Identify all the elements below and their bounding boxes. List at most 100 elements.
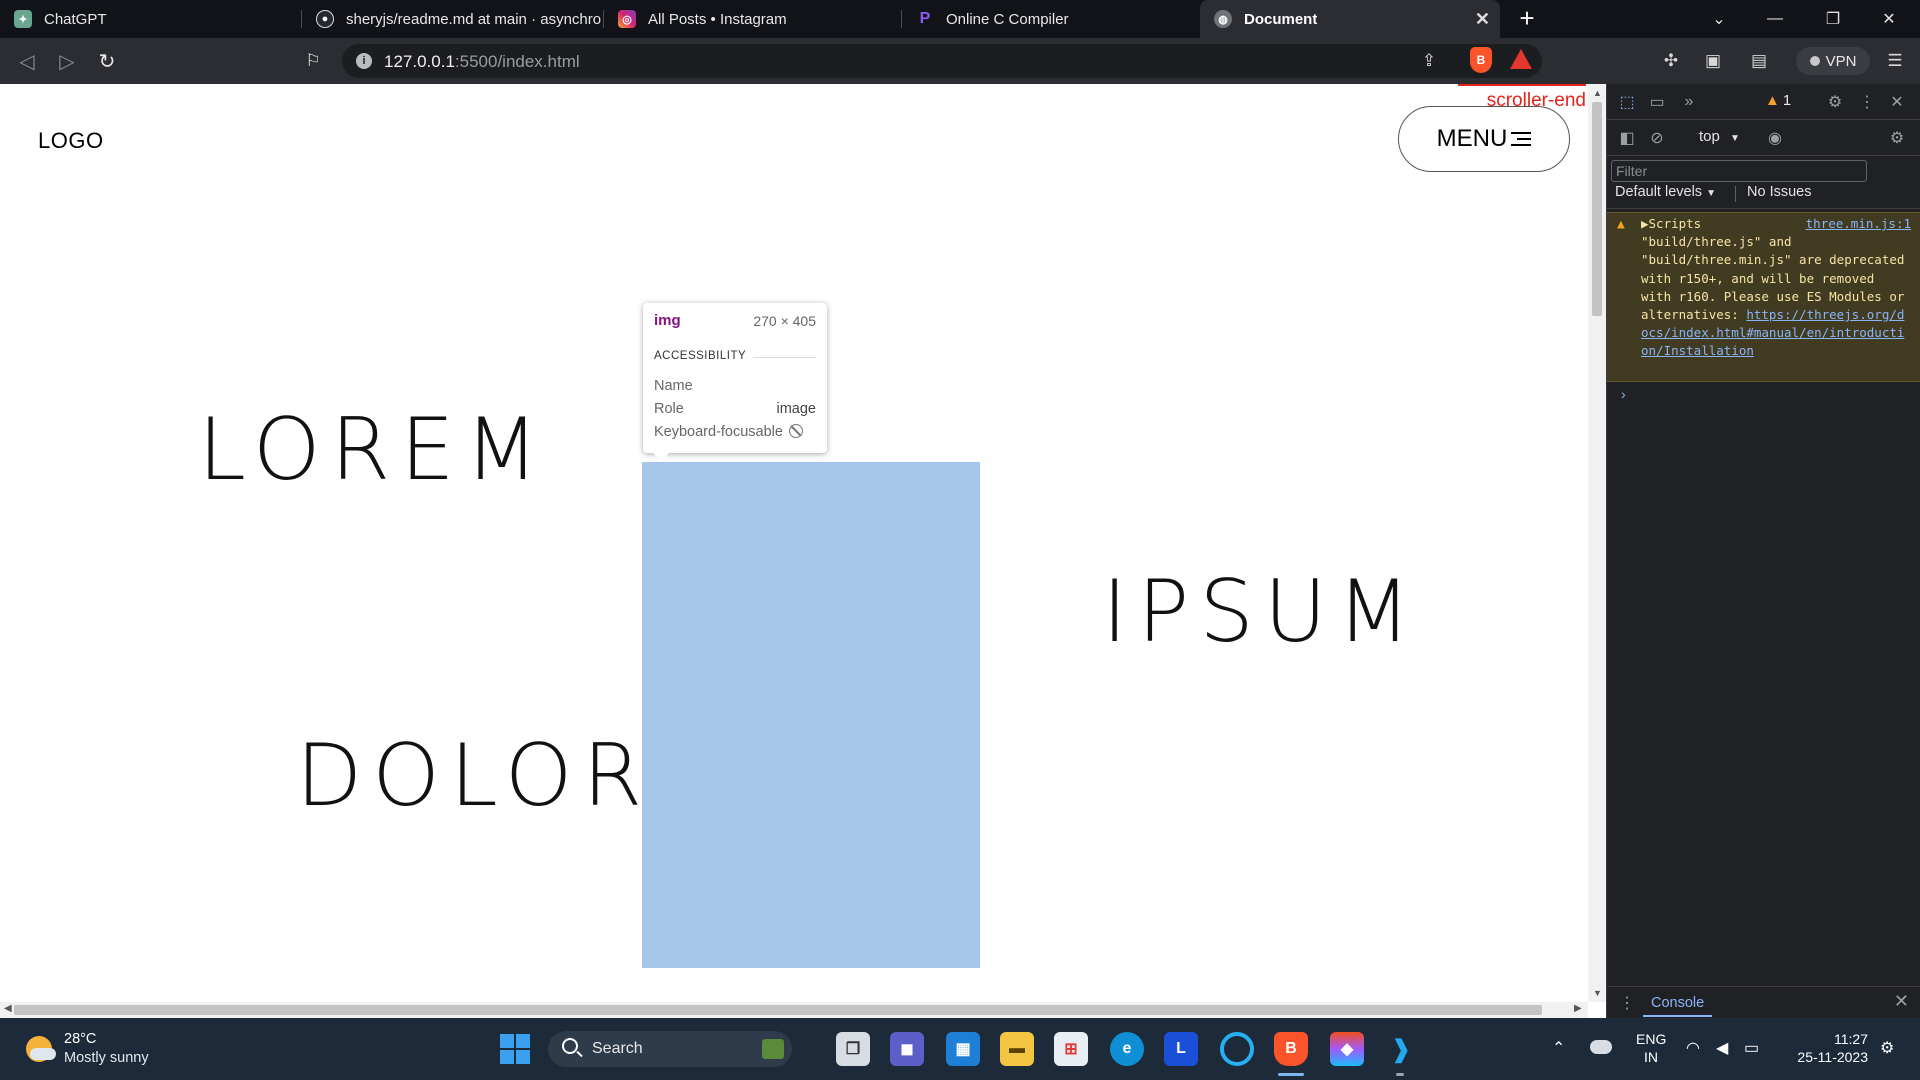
windows-start-icon[interactable] <box>500 1034 530 1064</box>
scroll-left-icon[interactable]: ◀ <box>4 1003 12 1014</box>
bookmark-icon[interactable]: ⚐ <box>298 46 328 76</box>
search-label: Search <box>592 1040 643 1057</box>
extensions-icon[interactable]: ✣ <box>1656 46 1686 76</box>
tab-online-c-compiler[interactable]: P Online C Compiler <box>902 0 1198 38</box>
sidebar-icon[interactable]: ▣ <box>1698 46 1728 76</box>
console-prompt-icon[interactable]: › <box>1621 386 1626 402</box>
close-tab-icon[interactable]: ✕ <box>1475 9 1490 30</box>
warning-group-label[interactable]: Scripts <box>1649 216 1702 231</box>
scroll-down-icon[interactable]: ▼ <box>1593 988 1602 998</box>
console-sidebar-icon[interactable]: ◧ <box>1615 126 1639 150</box>
chatgpt-icon: ✦ <box>14 10 32 28</box>
reload-icon[interactable]: ↻ <box>92 46 122 76</box>
restore-icon[interactable]: ❐ <box>1810 0 1856 38</box>
wifi-icon[interactable]: ◠ <box>1686 1038 1700 1058</box>
main-menu-icon[interactable]: ☰ <box>1880 46 1910 76</box>
clock-time: 11:27 <box>1834 1031 1868 1047</box>
address-bar[interactable]: i 127.0.0.1:5500/index.html <box>342 44 1542 78</box>
globe-icon: ◍ <box>1214 10 1232 28</box>
weather-description[interactable]: Mostly sunny <box>64 1050 149 1066</box>
scroll-right-icon[interactable]: ▶ <box>1574 1003 1582 1014</box>
language-line-1: ENG <box>1636 1031 1667 1047</box>
back-icon[interactable]: ◁ <box>12 46 42 76</box>
tab-instagram[interactable]: ◎ All Posts • Instagram <box>604 0 900 38</box>
menu-button[interactable]: MENU <box>1398 106 1570 172</box>
onedrive-icon[interactable] <box>1590 1040 1612 1054</box>
console-settings-icon[interactable]: ⚙ <box>1885 126 1909 150</box>
close-devtools-icon[interactable]: ✕ <box>1885 90 1909 114</box>
live-expression-eye-icon[interactable]: ◉ <box>1763 126 1787 150</box>
more-options-icon[interactable]: ⋮ <box>1855 90 1879 114</box>
task-view-icon[interactable]: ❐ <box>836 1032 870 1066</box>
warnings-badge[interactable]: ▲ 1 <box>1765 92 1791 109</box>
tab-search-chevron-icon[interactable]: ⌄ <box>1696 0 1742 38</box>
new-tab-button[interactable]: + <box>1512 4 1542 34</box>
volume-icon[interactable]: ◀ <box>1716 1038 1728 1058</box>
close-drawer-icon[interactable]: ✕ <box>1894 991 1909 1012</box>
log-levels-dropdown[interactable]: Default levels ▼ <box>1615 184 1716 200</box>
vpn-label: VPN <box>1825 52 1857 70</box>
issues-label[interactable]: No Issues <box>1747 184 1811 200</box>
vscode-icon[interactable]: ❱ <box>1384 1032 1418 1066</box>
close-window-icon[interactable]: ✕ <box>1866 0 1912 38</box>
language-indicator[interactable]: ENG IN <box>1636 1030 1666 1066</box>
minimize-icon[interactable]: — <box>1752 0 1798 38</box>
brave-shields-icon[interactable]: B <box>1470 47 1492 73</box>
device-toolbar-icon[interactable]: ▭ <box>1645 90 1669 114</box>
brave-icon[interactable]: B <box>1274 1032 1308 1066</box>
tooltip-divider <box>753 357 816 358</box>
tooltip-row-label: Role <box>654 401 684 417</box>
vpn-button[interactable]: VPN <box>1796 47 1870 75</box>
clear-console-icon[interactable]: ⊘ <box>1645 126 1669 150</box>
l-app-icon[interactable]: L <box>1164 1032 1198 1066</box>
expand-group-icon[interactable]: ▶ <box>1641 216 1649 231</box>
tooltip-section-title: ACCESSIBILITY <box>654 350 747 362</box>
wallet-icon[interactable]: ▤ <box>1744 46 1774 76</box>
vertical-scroll-thumb[interactable] <box>1592 102 1602 316</box>
site-logo[interactable]: LOGO <box>38 128 104 154</box>
forward-icon[interactable]: ▷ <box>52 46 82 76</box>
teams-chat-icon[interactable]: ◼ <box>890 1032 924 1066</box>
hero-image <box>642 462 980 968</box>
console-filter-input[interactable]: Filter <box>1611 160 1867 182</box>
settings-icon[interactable]: ⚙ <box>1823 90 1847 114</box>
show-hidden-icons-icon[interactable]: ⌃ <box>1552 1038 1565 1058</box>
battery-icon[interactable]: ▭ <box>1744 1038 1759 1058</box>
brave-rewards-icon[interactable] <box>1510 49 1532 69</box>
weather-temperature[interactable]: 28°C <box>64 1031 96 1047</box>
alexa-icon[interactable] <box>1220 1032 1254 1066</box>
word-lorem: LOREM <box>198 400 549 500</box>
notification-icon[interactable]: ⚙ <box>1880 1038 1894 1058</box>
drawer-menu-icon[interactable]: ⋮ <box>1619 993 1635 1013</box>
instagram-icon: ◎ <box>618 10 636 28</box>
file-explorer-icon[interactable]: ▬ <box>1000 1032 1034 1066</box>
horizontal-scroll-thumb[interactable] <box>14 1005 1542 1015</box>
horizontal-scrollbar[interactable]: ◀ ▶ <box>0 1002 1588 1018</box>
microsoft-store-icon[interactable]: ⊞ <box>1054 1032 1088 1066</box>
system-clock[interactable]: 11:27 25-11-2023 <box>1784 1030 1868 1066</box>
url-text[interactable]: 127.0.0.1:5500/index.html <box>384 52 580 72</box>
tab-github[interactable]: ● sheryjs/readme.md at main · asynchro <box>302 0 602 38</box>
widgets-icon[interactable]: ▦ <box>946 1032 980 1066</box>
word-dolor: DOLOR <box>296 726 653 826</box>
context-value: top <box>1699 128 1720 145</box>
inspect-element-icon[interactable]: ⬚ <box>1615 90 1639 114</box>
tab-label: Online C Compiler <box>946 10 1069 28</box>
taskbar-search[interactable]: Search <box>548 1031 792 1067</box>
devtools-main-toolbar: ⬚ ▭ » ▲ 1 ⚙ ⋮ ✕ <box>1607 84 1920 120</box>
site-info-icon[interactable]: i <box>356 53 372 69</box>
search-icon <box>562 1038 578 1054</box>
more-tabs-icon[interactable]: » <box>1677 90 1701 114</box>
inspect-tooltip: img 270 × 405 ACCESSIBILITY Name Role im… <box>643 303 827 461</box>
tab-document[interactable]: ◍ Document ✕ <box>1200 0 1500 38</box>
console-warning-message: ▲ three.min.js:1 ▶Scripts "build/three.j… <box>1607 212 1920 382</box>
edge-icon[interactable]: e <box>1110 1032 1144 1066</box>
share-icon[interactable]: ⇪ <box>1414 46 1444 76</box>
console-divider <box>1607 208 1920 209</box>
scroll-up-icon[interactable]: ▲ <box>1593 88 1602 98</box>
context-selector[interactable]: top ▼ <box>1699 128 1740 145</box>
drawer-tab-console[interactable]: Console <box>1643 991 1713 1017</box>
figma-icon[interactable]: ◆ <box>1330 1032 1364 1066</box>
vertical-scrollbar[interactable]: ▲ ▼ <box>1588 84 1606 1002</box>
tab-chatgpt[interactable]: ✦ ChatGPT <box>0 0 300 38</box>
